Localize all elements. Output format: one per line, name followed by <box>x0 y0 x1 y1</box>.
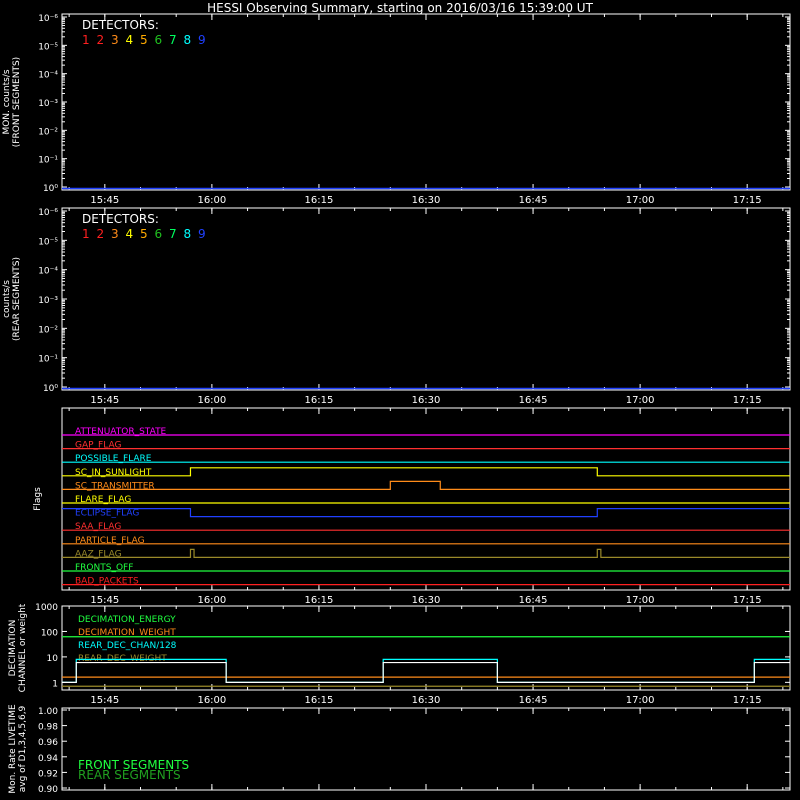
front-ytick-label: 10⁻⁴ <box>38 71 58 81</box>
rear-ytick-label: 10⁻⁵ <box>38 237 58 247</box>
front-legend-item: 9 <box>198 33 206 47</box>
front-xtick-label: 17:15 <box>733 195 762 206</box>
front-legend-item: 1 <box>82 33 90 47</box>
decimation-ytick-label: 1000 <box>35 603 58 613</box>
rear-legend-item: 3 <box>111 227 119 241</box>
livetime-ytick-label: 0.92 <box>38 769 58 779</box>
decimation-ytick-label: 1 <box>52 679 58 689</box>
decimation-ylabel-line: DECIMATION <box>8 620 18 677</box>
front-xtick-label: 16:15 <box>305 195 334 206</box>
livetime-ytick-label: 0.90 <box>38 785 58 795</box>
decimation-xtick-label: 16:15 <box>305 695 334 706</box>
front-ytick-label: 10⁻² <box>38 127 58 137</box>
livetime-ylabel-line: avg of D1,3,4,5,6,9 <box>18 705 28 792</box>
livetime-ylabel: Mon. Rate LIVETIME avg of D1,3,4,5,6,9 <box>8 704 28 794</box>
rear-ylabel-line: (REAR SEGMENTS) <box>12 257 22 341</box>
front-ytick-label: 10⁻³ <box>38 99 58 109</box>
decimation-xtick-label: 17:00 <box>626 695 655 706</box>
rear-ytick-label: 10⁻⁶ <box>38 208 58 218</box>
front-ylabel: MON. counts/s (FRONT SEGMENTS) <box>2 57 22 147</box>
rear-xtick-label: 15:45 <box>90 395 119 406</box>
hessi-summary-figure: HESSI Observing Summary, starting on 201… <box>2 1 791 795</box>
rear-legend-item: 2 <box>97 227 105 241</box>
rear-xtick-label: 16:15 <box>305 395 334 406</box>
rear-legend-item: 7 <box>169 227 177 241</box>
livetime-ylabel-line: Mon. Rate LIVETIME <box>8 704 18 794</box>
flags-xtick-label: 16:00 <box>197 595 226 606</box>
rear-legend-item: 8 <box>184 227 192 241</box>
decimation-xtick-label: 15:45 <box>90 695 119 706</box>
rear-legend-item: 9 <box>198 227 206 241</box>
rear-ytick-label: 10⁻¹ <box>38 355 58 365</box>
flags-xtick-label: 16:30 <box>412 595 441 606</box>
decimation-series-line <box>62 661 790 683</box>
front-ytick-label: 10⁻⁶ <box>38 14 58 24</box>
rear-xtick-label: 16:30 <box>412 395 441 406</box>
rear-ytick-label: 10⁻³ <box>38 296 58 306</box>
rear-xtick-label: 17:00 <box>626 395 655 406</box>
rear-legend-item: 5 <box>140 227 148 241</box>
flag-line <box>62 467 790 477</box>
rear-ytick-label: 10⁻⁴ <box>38 267 58 277</box>
rear-ylabel: counts/s (REAR SEGMENTS) <box>2 257 22 341</box>
panels-group: 15:45 16:00 16:15 16:30 16:45 17:00 17:1510⁰10… <box>2 13 791 795</box>
flag-line <box>62 508 790 518</box>
front-xtick-label: 17:00 <box>626 195 655 206</box>
front-ytick-label: 10⁻⁵ <box>38 42 58 52</box>
rear-legend-title: DETECTORS: <box>82 212 159 226</box>
decimation-legend-item: DECIMATION_ENERGY <box>78 615 176 625</box>
front-xtick-label: 16:30 <box>412 195 441 206</box>
rear-ytick-label: 10⁻² <box>38 325 58 335</box>
livetime-ytick-label: 0.96 <box>38 738 58 748</box>
front-ytick-label: 10⁰ <box>43 184 58 194</box>
front-legend-item: 3 <box>111 33 119 47</box>
decimation-ylabel: DECIMATION CHANNEL or weight <box>8 603 28 692</box>
flag-label: ECLIPSE_FLAG <box>75 509 139 519</box>
front-legend-title: DETECTORS: <box>82 18 159 32</box>
livetime-ytick-label: 1.00 <box>38 707 58 717</box>
flags-xtick-label: 16:45 <box>519 595 548 606</box>
front-legend-item: 4 <box>126 33 134 47</box>
livetime-ytick-label: 0.94 <box>38 754 58 764</box>
flags-ylabel-line: Flags <box>33 487 43 511</box>
rear-ytick-label: 10⁰ <box>43 384 58 394</box>
rear-ylabel-line: counts/s <box>2 280 12 318</box>
rear-legend-item: 4 <box>126 227 134 241</box>
decimation-ytick-label: 10 <box>47 654 59 664</box>
front-xtick-label: 15:45 <box>90 195 119 206</box>
decimation-ylabel-line: CHANNEL or weight <box>18 603 28 692</box>
flags-xtick-label: 16:15 <box>305 595 334 606</box>
rear-legend-item: 1 <box>82 227 90 241</box>
rear-xtick-label: 17:15 <box>733 395 762 406</box>
decimation-xtick-label: 16:30 <box>412 695 441 706</box>
flag-line <box>62 480 790 490</box>
flag-line <box>62 548 790 559</box>
livetime-ytick-label: 0.98 <box>38 723 58 733</box>
flags-xtick-label: 17:15 <box>733 595 762 606</box>
front-legend-item: 5 <box>140 33 148 47</box>
rear-xtick-label: 16:45 <box>519 395 548 406</box>
decimation-xtick-label: 17:15 <box>733 695 762 706</box>
front-ylabel-line: (FRONT SEGMENTS) <box>12 57 22 147</box>
front-legend-item: 8 <box>184 33 192 47</box>
front-ylabel-line: MON. counts/s <box>2 69 12 134</box>
front-xtick-label: 16:00 <box>197 195 226 206</box>
decimation-xtick-label: 16:45 <box>519 695 548 706</box>
front-legend-item: 7 <box>169 33 177 47</box>
front-legend-item: 2 <box>97 33 105 47</box>
decimation-xtick-label: 16:00 <box>197 695 226 706</box>
rear-legend-item: 6 <box>155 227 163 241</box>
rear-xtick-label: 16:00 <box>197 395 226 406</box>
flags-ylabel: Flags <box>33 487 43 511</box>
flags-xtick-label: 15:45 <box>90 595 119 606</box>
front-ytick-label: 10⁻¹ <box>38 156 58 166</box>
front-legend-item: 6 <box>155 33 163 47</box>
decimation-legend-item: REAR_DEC_CHAN/128 <box>78 641 177 651</box>
front-xtick-label: 16:45 <box>519 195 548 206</box>
decimation-ytick-label: 100 <box>41 628 58 638</box>
figure-title: HESSI Observing Summary, starting on 201… <box>207 1 593 15</box>
flags-xtick-label: 17:00 <box>626 595 655 606</box>
livetime-legend-item: REAR SEGMENTS <box>78 768 181 782</box>
